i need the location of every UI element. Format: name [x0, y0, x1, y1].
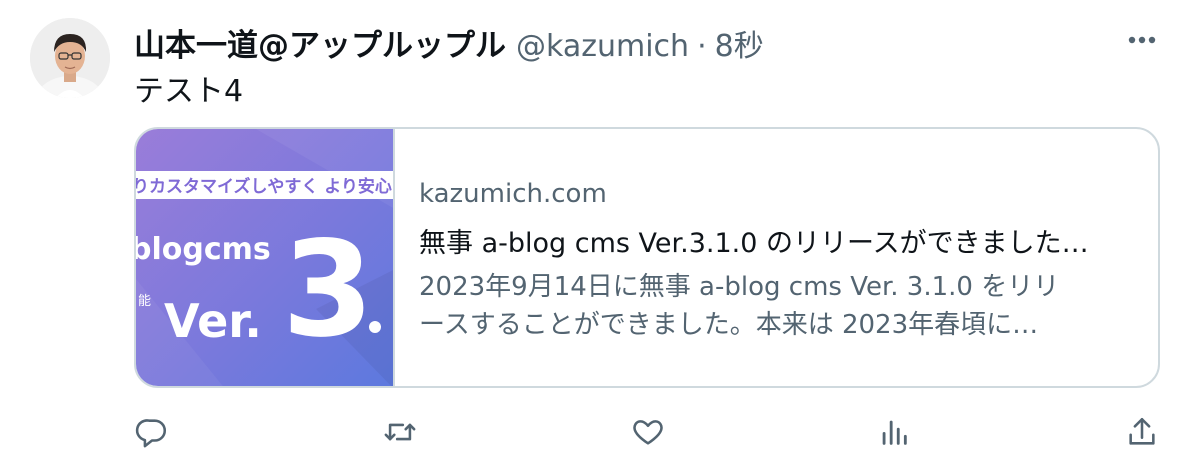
analytics-icon[interactable] — [874, 412, 914, 452]
card-description: 2023年9月14日に無事 a-blog cms Ver. 3.1.0 をリリ … — [419, 268, 1129, 344]
thumbnail-version-prefix: Ver. — [164, 294, 262, 348]
card-body: kazumich.com 無事 a-blog cms Ver.3.1.0 のリリ… — [395, 129, 1158, 386]
thumbnail-tagline: りカスタマイズしやすく より安心 — [136, 176, 392, 197]
card-thumbnail: りカスタマイズしやすく より安心 blogcms Ver. 3 能 — [136, 129, 395, 386]
avatar-photo — [30, 18, 110, 98]
heart-icon[interactable] — [628, 412, 668, 452]
tweet[interactable]: 山本一道@アップルップル @kazumich · 8秒 テスト4 りカスタマイズ… — [0, 0, 1188, 474]
header-separator: · — [697, 29, 707, 64]
retweet-icon[interactable] — [380, 412, 420, 452]
more-horizontal-icon[interactable] — [1124, 24, 1160, 56]
thumbnail-logo: blogcms — [136, 232, 271, 267]
tweet-text: テスト4 — [134, 74, 244, 109]
user-handle[interactable]: @kazumich — [516, 29, 689, 64]
thumbnail-side-text: 能 — [138, 294, 151, 309]
card-description-line: 2023年9月14日に無事 a-blog cms Ver. 3.1.0 をリリ — [419, 272, 1060, 302]
thumbnail-version-number: 3 — [282, 213, 374, 367]
reply-icon[interactable] — [132, 412, 172, 452]
avatar[interactable] — [30, 18, 110, 98]
card-domain: kazumich.com — [419, 179, 607, 209]
card-description-line: ースすることができました。本来は 2023年春頃に… — [419, 310, 1039, 340]
share-icon[interactable] — [1122, 412, 1162, 452]
display-name[interactable]: 山本一道@アップルップル — [134, 20, 506, 65]
link-card[interactable]: りカスタマイズしやすく より安心 blogcms Ver. 3 能 kazumi… — [134, 127, 1160, 388]
tweet-header: 山本一道@アップルップル @kazumich · 8秒 — [134, 20, 764, 65]
timestamp[interactable]: 8秒 — [715, 21, 764, 65]
action-bar — [0, 412, 1188, 452]
card-title: 無事 a-blog cms Ver.3.1.0 のリリースができました… — [419, 228, 1089, 259]
